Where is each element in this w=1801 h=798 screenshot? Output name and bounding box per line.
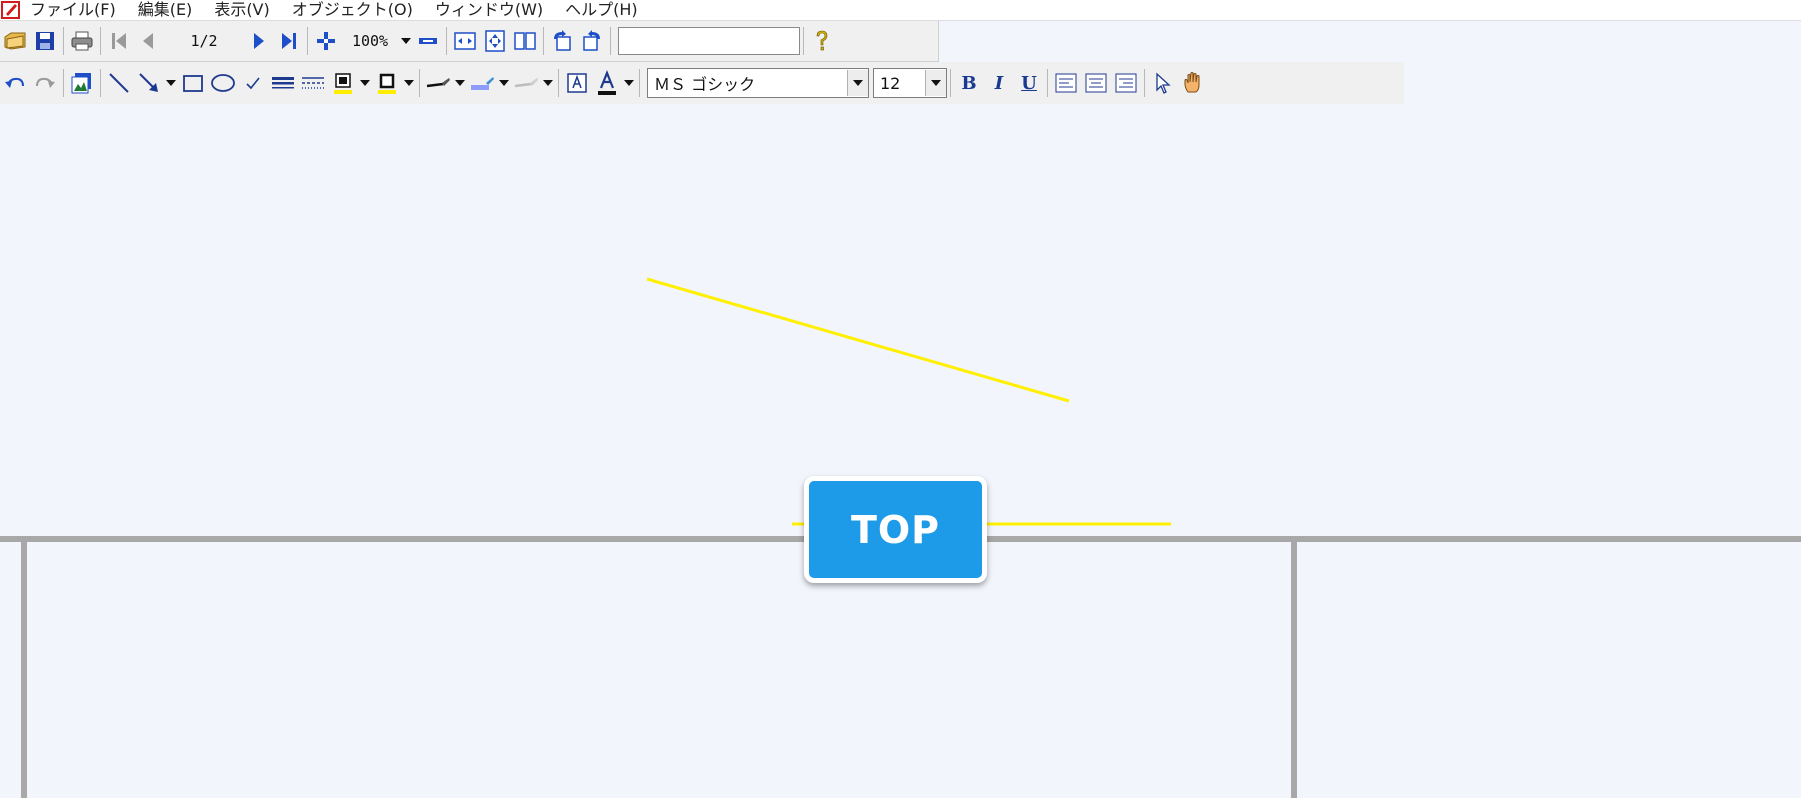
next-page-icon[interactable] (244, 26, 274, 56)
menu-window[interactable]: ウィンドウ(W) (435, 2, 543, 18)
align-left-icon[interactable] (1051, 68, 1081, 98)
menu-object[interactable]: オブジェクト(O) (292, 2, 413, 18)
page-indicator: 1/2 (190, 32, 218, 50)
toolbar-separator (63, 69, 64, 97)
fit-page-icon[interactable] (480, 26, 510, 56)
select-pointer-icon[interactable] (1148, 68, 1178, 98)
underline-button[interactable]: U (1014, 68, 1044, 98)
fill-color-dropdown-icon[interactable] (358, 68, 372, 98)
chevron-down-icon[interactable] (847, 70, 868, 96)
fit-width-icon[interactable] (450, 26, 480, 56)
border-color-dropdown-icon[interactable] (402, 68, 416, 98)
line-style-icon[interactable] (298, 68, 328, 98)
app-icon (0, 0, 22, 20)
eraser-dropdown-icon[interactable] (541, 68, 555, 98)
redo-icon[interactable] (30, 68, 60, 98)
menu-bar: ファイル(F) 編集(E) 表示(V) オブジェクト(O) ウィンドウ(W) ヘ… (0, 0, 1801, 21)
toolbar-separator (100, 69, 101, 97)
hand-tool-icon[interactable] (1178, 68, 1208, 98)
font-name-select[interactable]: ＭＳ ゴシック (647, 68, 869, 98)
toolbar-empty-area (1404, 62, 1801, 105)
toolbar-separator (446, 27, 447, 55)
toolbar-separator (610, 27, 611, 55)
border-color-icon[interactable] (372, 68, 402, 98)
menu-help[interactable]: ヘルプ(H) (565, 2, 638, 18)
highlighter-icon[interactable] (467, 68, 497, 98)
first-page-icon[interactable] (104, 26, 134, 56)
toolbar-separator (1144, 69, 1145, 97)
italic-button[interactable]: I (984, 68, 1014, 98)
toolbar-separator (950, 69, 951, 97)
toolbar-separator (803, 27, 804, 55)
font-size-select[interactable]: 12 (873, 68, 947, 98)
top-button[interactable]: TOP (804, 476, 987, 583)
font-size-value: 12 (880, 73, 901, 93)
last-page-icon[interactable] (274, 26, 304, 56)
font-color-icon[interactable] (592, 68, 622, 98)
help-icon[interactable] (807, 26, 837, 56)
canvas-drawing (0, 277, 1801, 798)
toolbar-separator (1047, 69, 1048, 97)
toolbar-separator (558, 69, 559, 97)
ellipse-icon[interactable] (208, 68, 238, 98)
toolbar-separator (63, 27, 64, 55)
zoom-out-icon[interactable] (413, 26, 443, 56)
undo-icon[interactable] (0, 68, 30, 98)
check-icon[interactable] (238, 68, 268, 98)
line-thickness-icon[interactable] (268, 68, 298, 98)
pen-icon[interactable] (423, 68, 453, 98)
app-window: ファイル(F) 編集(E) 表示(V) オブジェクト(O) ウィンドウ(W) ヘ… (0, 0, 1801, 798)
menu-view[interactable]: 表示(V) (214, 2, 269, 18)
font-name-value: ＭＳ ゴシック (654, 75, 756, 94)
arrow-dropdown-icon[interactable] (164, 68, 178, 98)
line-icon[interactable] (104, 68, 134, 98)
print-icon[interactable] (67, 26, 97, 56)
arrow-icon[interactable] (134, 68, 164, 98)
top-button-label: TOP (850, 507, 941, 552)
toolbar-separator (543, 27, 544, 55)
yellow-annotation-line (646, 277, 1070, 403)
toolbar-separator (639, 69, 640, 97)
search-text-box[interactable] (618, 27, 800, 55)
font-color-dropdown-icon[interactable] (622, 68, 636, 98)
menu-edit[interactable]: 編集(E) (138, 2, 193, 18)
align-center-icon[interactable] (1081, 68, 1111, 98)
rotate-right-icon[interactable] (577, 26, 607, 56)
rotate-left-icon[interactable] (547, 26, 577, 56)
pen-dropdown-icon[interactable] (453, 68, 467, 98)
zoom-dropdown-icon[interactable] (399, 26, 413, 56)
toolbar-separator (100, 27, 101, 55)
eraser-icon[interactable] (511, 68, 541, 98)
zoom-level: 100% (351, 32, 389, 50)
text-box-icon[interactable] (562, 68, 592, 98)
chevron-down-icon[interactable] (925, 70, 946, 96)
toolbar-separator (307, 27, 308, 55)
bold-button[interactable]: B (954, 68, 984, 98)
highlighter-dropdown-icon[interactable] (497, 68, 511, 98)
drawing-toolbar: ＭＳ ゴシック 12 B I U (0, 62, 1405, 105)
open-icon[interactable] (0, 26, 30, 56)
document-canvas[interactable]: TOP (0, 104, 1801, 798)
align-right-icon[interactable] (1111, 68, 1141, 98)
menu-file[interactable]: ファイル(F) (30, 2, 116, 18)
rectangle-icon[interactable] (178, 68, 208, 98)
insert-image-icon[interactable] (67, 68, 97, 98)
fill-color-icon[interactable] (328, 68, 358, 98)
two-page-icon[interactable] (510, 26, 540, 56)
save-icon[interactable] (30, 26, 60, 56)
toolbar-separator (419, 69, 420, 97)
zoom-in-icon[interactable] (311, 26, 341, 56)
prev-page-icon[interactable] (134, 26, 164, 56)
main-toolbar: 1/2 100% (0, 21, 939, 62)
